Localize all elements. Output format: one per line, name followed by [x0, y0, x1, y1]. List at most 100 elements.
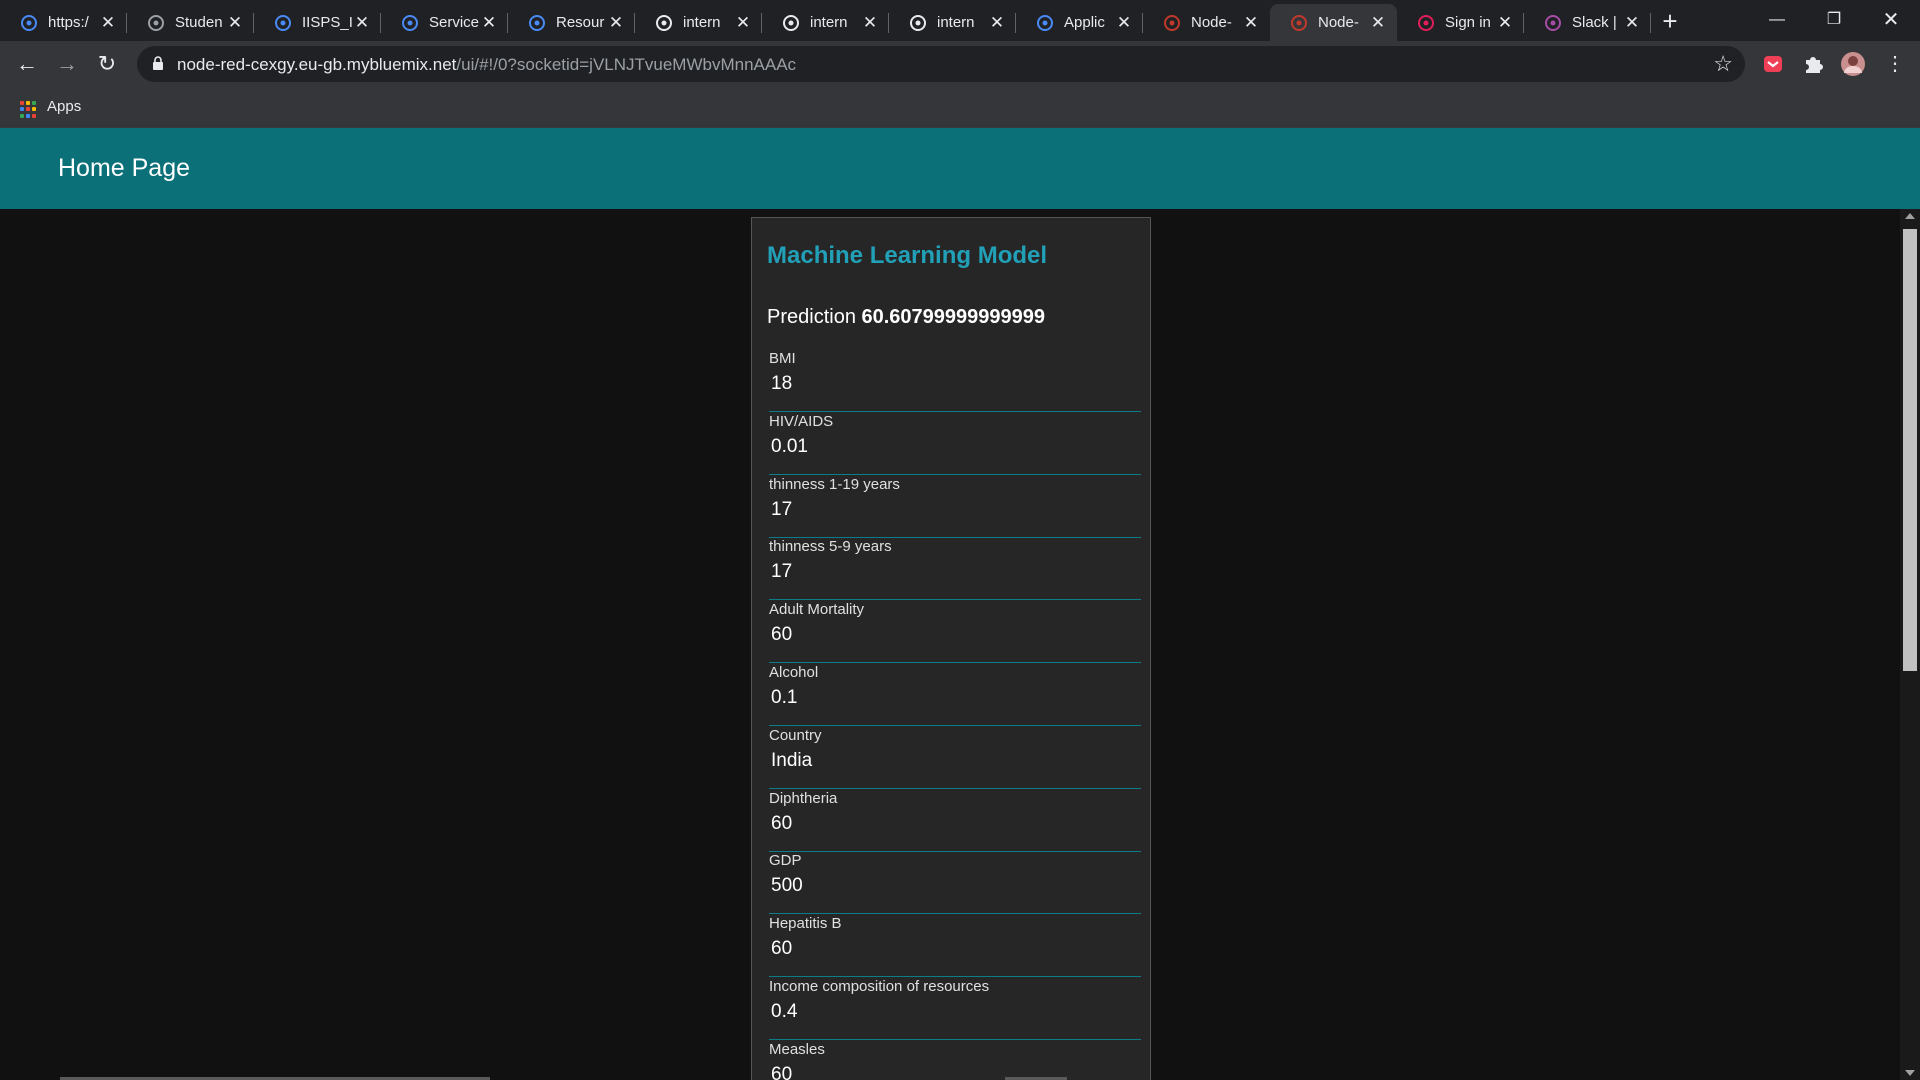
field-input[interactable]: India	[771, 750, 812, 772]
scrollbar-thumb[interactable]	[1903, 229, 1917, 671]
field-label: Adult Mortality	[769, 601, 865, 619]
field-input[interactable]: 60	[771, 1064, 792, 1080]
tab-title: Slack |	[1572, 14, 1617, 31]
field-input[interactable]: 17	[771, 561, 792, 583]
close-tab-icon[interactable]: ✕	[734, 13, 752, 32]
form-field[interactable]: Measles 60	[769, 1041, 1141, 1080]
form-field[interactable]: Income composition of resources 0.4	[769, 978, 1141, 1040]
tab-title: Studen	[175, 14, 223, 31]
apps-grid-icon[interactable]	[20, 101, 37, 118]
browser-tab[interactable]: intern ✕	[762, 4, 889, 41]
close-tab-icon[interactable]: ✕	[353, 13, 371, 32]
form-field[interactable]: Country India	[769, 727, 1141, 789]
close-tab-icon[interactable]: ✕	[226, 13, 244, 32]
field-label: Hepatitis B	[769, 915, 842, 933]
form-field[interactable]: BMI 18	[769, 350, 1141, 412]
ibm-cloud-icon	[401, 14, 419, 32]
close-tab-icon[interactable]: ✕	[988, 13, 1006, 32]
tab-strip: https:/✕ Studen ✕ IISPS_I ✕ Service ✕ Resour ✕ in…	[0, 0, 1920, 41]
close-tab-icon[interactable]: ✕	[480, 13, 498, 32]
back-button[interactable]: ←	[12, 49, 42, 79]
node-red-icon	[1163, 14, 1181, 32]
browser-toolbar: ← → ↻ node-red-cexgy.eu-gb.mybluemix.net…	[0, 41, 1920, 87]
minimize-button[interactable]: —	[1748, 0, 1806, 41]
browser-tab[interactable]: https:/ ✕	[0, 4, 127, 41]
browser-tab[interactable]: Service ✕	[381, 4, 508, 41]
tab-title: intern	[937, 14, 975, 31]
field-input[interactable]: 500	[771, 875, 803, 897]
apps-bookmark[interactable]: Apps	[47, 98, 81, 115]
browser-tab[interactable]: Node- ✕	[1143, 4, 1270, 41]
close-tab-icon[interactable]: ✕	[1369, 13, 1387, 32]
globe-icon	[147, 14, 165, 32]
prediction-text: Prediction 60.60799999999999	[767, 306, 1045, 329]
field-input[interactable]: 18	[771, 373, 792, 395]
field-input[interactable]: 0.1	[771, 687, 797, 709]
close-tab-icon[interactable]: ✕	[1115, 13, 1133, 32]
extensions-puzzle-icon[interactable]	[1800, 51, 1826, 77]
dashboard-content: Machine Learning Model Prediction 60.607…	[0, 209, 1900, 1080]
form-field[interactable]: GDP 500	[769, 852, 1141, 915]
doc-icon	[274, 14, 292, 32]
close-tab-icon[interactable]: ✕	[607, 13, 625, 32]
browser-tab[interactable]: IISPS_I ✕	[254, 4, 381, 41]
prediction-label: Prediction	[767, 306, 856, 328]
field-label: GDP	[769, 852, 802, 870]
globe-shield-icon	[20, 14, 38, 32]
profile-avatar-icon[interactable]	[1840, 51, 1866, 77]
vertical-scrollbar[interactable]	[1900, 209, 1920, 1080]
ibm-cloud-icon	[528, 14, 546, 32]
form-field[interactable]: Alcohol 0.1	[769, 664, 1141, 726]
url-text: node-red-cexgy.eu-gb.mybluemix.net/ui/#!…	[177, 55, 797, 74]
github-icon	[782, 14, 800, 32]
browser-tab[interactable]: Slack | ✕	[1524, 4, 1651, 41]
close-tab-icon[interactable]: ✕	[99, 13, 117, 32]
ml-model-card: Machine Learning Model Prediction 60.607…	[751, 217, 1151, 1080]
field-input[interactable]: 0.01	[771, 436, 808, 458]
tab-title: IISPS_I	[302, 14, 353, 31]
address-bar[interactable]: node-red-cexgy.eu-gb.mybluemix.net/ui/#!…	[137, 46, 1745, 82]
browser-menu-icon[interactable]: ⋮	[1880, 49, 1910, 79]
browser-tab[interactable]: Node- ✕	[1270, 4, 1397, 41]
tab-title: Node-	[1318, 14, 1359, 31]
reload-button[interactable]: ↻	[92, 49, 122, 79]
form-field[interactable]: thinness 1-19 years 17	[769, 476, 1141, 538]
form-field[interactable]: thinness 5-9 years 17	[769, 538, 1141, 601]
field-label: Income composition of resources	[769, 978, 990, 995]
browser-tab[interactable]: Resour ✕	[508, 4, 635, 41]
close-tab-icon[interactable]: ✕	[1496, 13, 1514, 32]
field-input[interactable]: 60	[771, 813, 792, 835]
tab-title: Applic	[1064, 14, 1105, 31]
close-tab-icon[interactable]: ✕	[1623, 13, 1641, 32]
tab-title: Sign in	[1445, 14, 1491, 31]
dashboard-header: Home Page	[0, 128, 1920, 209]
field-input[interactable]: 60	[771, 624, 792, 646]
bookmark-star-icon[interactable]: ☆	[1713, 51, 1733, 77]
pocket-extension-icon[interactable]	[1760, 51, 1786, 77]
browser-tab[interactable]: Sign in ✕	[1397, 4, 1524, 41]
field-label: HIV/AIDS	[769, 412, 834, 430]
scroll-up-arrow-icon[interactable]	[1905, 213, 1915, 219]
new-tab-button[interactable]: +	[1656, 8, 1684, 36]
field-input[interactable]: 17	[771, 499, 792, 521]
close-tab-icon[interactable]: ✕	[1242, 13, 1260, 32]
form-field[interactable]: Hepatitis B 60	[769, 915, 1141, 978]
browser-tab[interactable]: intern ✕	[889, 4, 1016, 41]
browser-tab[interactable]: intern ✕	[635, 4, 762, 41]
form-field[interactable]: Adult Mortality 60	[769, 601, 1141, 664]
ibm-cloud-icon	[1036, 14, 1054, 32]
forward-button[interactable]: →	[52, 49, 82, 79]
field-input[interactable]: 60	[771, 938, 792, 960]
browser-tab[interactable]: Applic ✕	[1016, 4, 1143, 41]
field-label: Alcohol	[769, 664, 819, 681]
form-field[interactable]: Diphtheria 60	[769, 790, 1141, 852]
close-tab-icon[interactable]: ✕	[861, 13, 879, 32]
browser-tab[interactable]: Studen ✕	[127, 4, 254, 41]
scroll-down-arrow-icon[interactable]	[1905, 1070, 1915, 1076]
field-input[interactable]: 0.4	[771, 1001, 797, 1023]
tab-title: intern	[810, 14, 848, 31]
form-field[interactable]: HIV/AIDS 0.01	[769, 413, 1141, 475]
restore-button[interactable]: ❐	[1805, 0, 1863, 41]
close-window-button[interactable]: ✕	[1862, 0, 1920, 41]
lock-icon	[153, 56, 163, 70]
